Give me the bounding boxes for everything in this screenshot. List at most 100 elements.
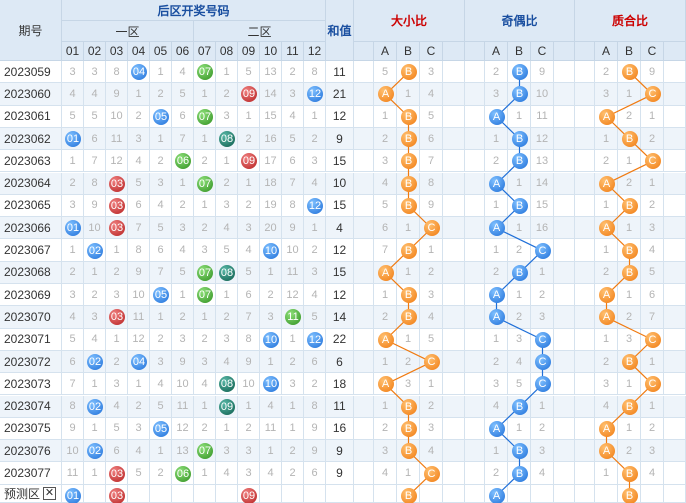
ratio-ball: C xyxy=(423,354,440,371)
number-cell: 2 xyxy=(62,172,84,195)
ratio-ball: A xyxy=(598,420,615,437)
number-cell: 2 xyxy=(304,373,326,396)
number-cell: 9 xyxy=(304,440,326,463)
ratio-cell: 3 xyxy=(420,417,443,441)
sum-cell: 9 xyxy=(326,127,354,151)
abc-header-A: A xyxy=(374,42,397,61)
ratio-pad-cell xyxy=(354,127,374,151)
draw-ball: 08 xyxy=(219,131,235,148)
ratio-cell: 1 xyxy=(595,194,618,218)
ratio-ball: A xyxy=(488,108,505,125)
ratio-cell: 2 xyxy=(397,350,420,374)
ratio-pad-cell xyxy=(465,83,485,106)
number-cell: 2 xyxy=(128,395,150,418)
close-icon[interactable]: ✕ xyxy=(43,486,57,500)
number-cell: 2 xyxy=(260,284,282,307)
ratio-ball: B xyxy=(400,398,417,415)
predict-tail-cell xyxy=(443,484,465,503)
ratio-ball: A xyxy=(488,309,505,326)
ratio-pad-cell xyxy=(575,350,595,374)
ratio-pad-cell xyxy=(575,328,595,351)
ratio-tail-cell xyxy=(664,417,686,441)
abc-header-pad xyxy=(465,42,485,61)
ratio-tail-cell xyxy=(554,373,575,396)
sum-cell: 9 xyxy=(326,440,354,463)
predict-sum-cell xyxy=(326,484,354,503)
ratio-ball: B xyxy=(511,443,528,460)
ratio-pad-cell xyxy=(575,417,595,441)
number-cell: 8 xyxy=(282,194,304,218)
draw-ball: 04 xyxy=(131,64,147,81)
number-cell: 9 xyxy=(304,417,326,441)
number-cell: 2 xyxy=(282,462,304,485)
number-cell: 3 xyxy=(194,239,216,262)
ratio-tail-cell xyxy=(664,395,686,418)
issue-cell: 2023059 xyxy=(0,61,62,84)
ratio-ball: A xyxy=(488,420,505,437)
number-cell: 5 xyxy=(216,239,238,262)
predict-cell xyxy=(282,484,304,503)
ratio-ball: B xyxy=(400,287,417,304)
number-cell: 3 xyxy=(128,127,150,151)
issue-cell: 2023062 xyxy=(0,127,62,151)
ratio-ball: B xyxy=(621,64,638,81)
ratio-cell: 4 xyxy=(374,462,397,485)
number-cell: 7 xyxy=(128,217,150,240)
ratio-pad-cell xyxy=(465,61,485,84)
number-cell: 9 xyxy=(172,350,194,374)
ratio-pad-cell xyxy=(575,83,595,106)
draw-ball: 02 xyxy=(87,242,103,259)
ratio-tail-cell xyxy=(664,105,686,128)
number-cell: 9 xyxy=(106,83,128,106)
number-cell: 19 xyxy=(260,194,282,218)
ratio-cell: 2 xyxy=(618,172,641,195)
ratio-tail-cell xyxy=(664,373,686,396)
predict-ratio-cell xyxy=(374,484,397,503)
ratio-pad-cell xyxy=(575,284,595,307)
number-cell: 2 xyxy=(194,150,216,173)
number-cell: 3 xyxy=(260,306,282,329)
number-cell: 6 xyxy=(106,440,128,463)
number-cell: 1 xyxy=(304,217,326,240)
ratio-cell: 15 xyxy=(531,194,554,218)
abc-header-tail xyxy=(664,42,686,61)
draw-ball: 07 xyxy=(197,64,213,81)
ratio-ball: B xyxy=(511,64,528,81)
number-cell: 6 xyxy=(282,150,304,173)
ratio-pad-cell xyxy=(465,194,485,218)
number-cell: 8 xyxy=(238,328,260,351)
ratio-cell: 3 xyxy=(641,217,664,240)
draw-ball: 10 xyxy=(263,242,279,259)
number-cell: 6 xyxy=(304,350,326,374)
ratio-cell: 4 xyxy=(420,440,443,463)
number-cell: 1 xyxy=(260,350,282,374)
ratio-pad-cell xyxy=(575,127,595,151)
issue-cell: 2023066 xyxy=(0,217,62,240)
ratio-cell: 1 xyxy=(531,395,554,418)
issue-cell: 2023074 xyxy=(0,395,62,418)
ratio-tail-cell xyxy=(554,261,575,284)
draw-ball: 12 xyxy=(307,197,323,214)
number-cell: 1 xyxy=(194,127,216,151)
ratio-cell: 1 xyxy=(485,328,508,351)
sum-cell: 15 xyxy=(326,194,354,218)
predict-ball: 01 xyxy=(65,487,81,503)
ratio-cell: 4 xyxy=(485,395,508,418)
issue-cell: 2023070 xyxy=(0,306,62,329)
number-cell: 1 xyxy=(172,172,194,195)
ratio-cell: 1 xyxy=(374,105,397,128)
number-cell: 6 xyxy=(304,462,326,485)
ratio-pad-cell xyxy=(575,61,595,84)
number-cell: 17 xyxy=(260,150,282,173)
ratio-cell: 2 xyxy=(595,61,618,84)
number-cell: 3 xyxy=(282,83,304,106)
ratio-cell: 4 xyxy=(508,350,531,374)
number-cell: 2 xyxy=(150,83,172,106)
number-cell: 1 xyxy=(216,150,238,173)
predict-cell xyxy=(304,484,326,503)
number-cell: 1 xyxy=(282,395,304,418)
ratio-tail-cell xyxy=(443,462,465,485)
ratio-cell: 2 xyxy=(508,239,531,262)
ratio-pad-cell xyxy=(465,284,485,307)
number-cell: 3 xyxy=(84,306,106,329)
